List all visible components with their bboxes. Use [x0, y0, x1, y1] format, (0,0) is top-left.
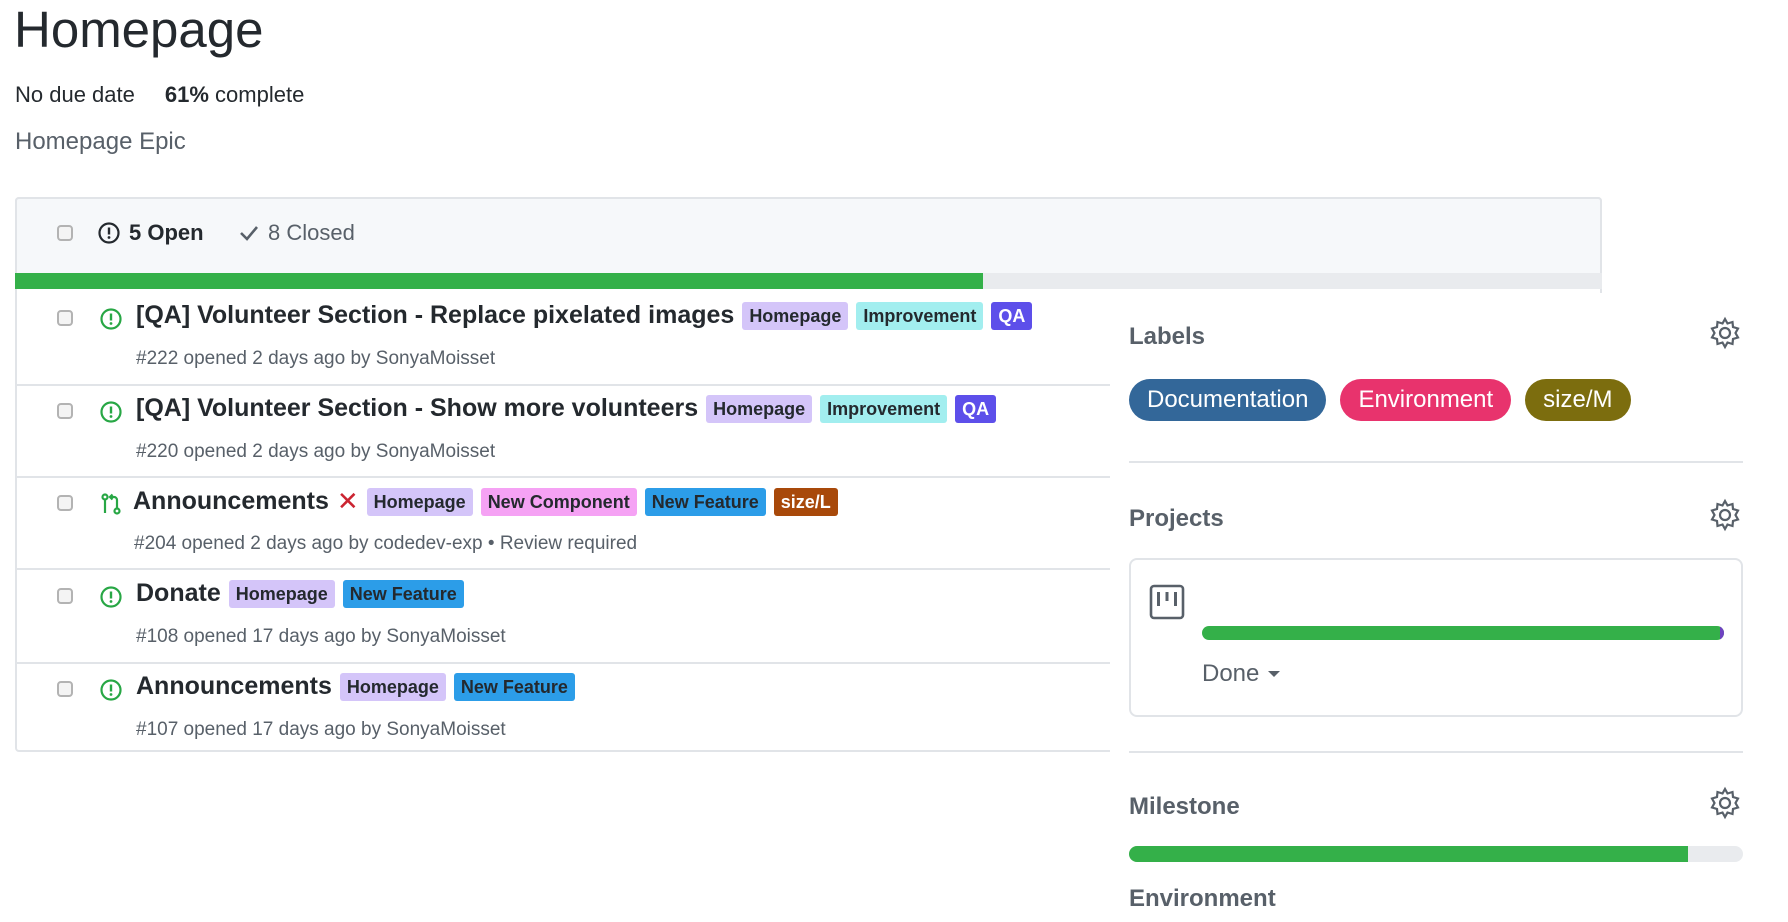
- issue-label[interactable]: New Feature: [342, 579, 464, 608]
- issue-title-row: Announcements ✕ Homepage New Component New F…: [133, 486, 838, 517]
- issue-checkbox[interactable]: [57, 310, 73, 326]
- issue-title-row: Donate Homepage New Feature: [136, 579, 464, 608]
- issue-label[interactable]: Homepage: [366, 487, 473, 516]
- issue-checkbox[interactable]: [57, 403, 73, 419]
- milestone-name: Environment: [1129, 885, 1276, 912]
- open-issues-tab[interactable]: 5 Open: [97, 220, 204, 246]
- sidebar-label[interactable]: Environment: [1340, 379, 1512, 421]
- labels-heading: Labels: [1129, 323, 1206, 350]
- sidebar-label[interactable]: size/M: [1525, 379, 1631, 421]
- closed-count: 8 Closed: [268, 220, 355, 245]
- issue-checkbox[interactable]: [57, 681, 73, 697]
- row-divider: [15, 662, 1110, 664]
- milestone-progress-bar: [15, 273, 1602, 289]
- issue-open-icon: [100, 586, 122, 608]
- issue-title-link[interactable]: Donate: [136, 579, 221, 608]
- project-status-dropdown[interactable]: Done: [1202, 660, 1281, 688]
- percent-complete: 61%: [164, 82, 209, 107]
- milestone-description: Homepage Epic: [15, 128, 186, 155]
- issue-meta: #220 opened 2 days ago by SonyaMoisset: [136, 441, 496, 462]
- issue-label[interactable]: New Feature: [453, 672, 575, 701]
- issue-title-row: [QA] Volunteer Section - Show more volun…: [136, 394, 997, 423]
- issue-title-link[interactable]: [QA] Volunteer Section - Show more volun…: [136, 394, 698, 423]
- issue-label[interactable]: New Component: [480, 487, 637, 516]
- issue-open-icon: [98, 222, 120, 244]
- issue-label[interactable]: Homepage: [742, 301, 849, 330]
- percent-complete-suffix: complete: [208, 82, 305, 107]
- issue-meta: #204 opened 2 days ago by codedev-exp • …: [134, 533, 638, 554]
- divider: [1129, 751, 1743, 753]
- project-card[interactable]: Done: [1129, 558, 1743, 717]
- issue-label[interactable]: Homepage: [339, 672, 446, 701]
- pull-request-icon: [101, 493, 121, 515]
- issue-title-link[interactable]: Announcements: [136, 672, 332, 701]
- sidebar-milestone-progress-fill: [1129, 846, 1688, 862]
- project-board-icon: [1149, 584, 1185, 620]
- issue-label[interactable]: QA: [955, 394, 997, 423]
- issue-title-link[interactable]: [QA] Volunteer Section - Replace pixelat…: [136, 301, 734, 330]
- closed-issues-tab[interactable]: 8 Closed: [238, 220, 355, 246]
- issue-label[interactable]: New Feature: [644, 487, 766, 516]
- caret-down-icon: [1268, 671, 1281, 677]
- issue-open-icon: [100, 308, 122, 330]
- select-all-checkbox[interactable]: [57, 225, 73, 241]
- sidebar-panel: Labels Documentation Environment size/M Pr…: [1110, 293, 1788, 922]
- issue-open-icon: [100, 679, 122, 701]
- milestone-heading: Milestone: [1129, 793, 1240, 820]
- issue-meta: #107 opened 17 days ago by SonyaMoisset: [136, 719, 506, 740]
- milestone-progress-fill: [15, 273, 984, 289]
- milestone-gear-icon[interactable]: [1708, 786, 1742, 820]
- row-divider: [15, 476, 1110, 478]
- issue-label[interactable]: Improvement: [856, 301, 984, 330]
- issue-label[interactable]: Homepage: [706, 394, 813, 423]
- project-progress-bar: [1202, 626, 1724, 640]
- ci-failed-icon[interactable]: ✕: [337, 486, 359, 517]
- issue-label[interactable]: size/L: [773, 487, 838, 516]
- row-divider: [15, 384, 1110, 386]
- row-divider: [15, 568, 1110, 570]
- issue-title-row: [QA] Volunteer Section - Replace pixelat…: [136, 301, 1033, 330]
- issue-label[interactable]: Homepage: [228, 579, 335, 608]
- issue-label[interactable]: QA: [991, 301, 1033, 330]
- page-title: Homepage: [14, 1, 264, 58]
- sidebar-labels-list: Documentation Environment size/M: [1129, 379, 1631, 421]
- milestone-meta: No due date 61% complete: [15, 80, 304, 110]
- issue-checkbox[interactable]: [57, 588, 73, 604]
- divider: [1129, 461, 1743, 463]
- open-count: 5 Open: [129, 220, 204, 245]
- issue-open-icon: [100, 401, 122, 423]
- issue-title-row: Announcements Homepage New Feature: [136, 672, 575, 701]
- issue-meta: #222 opened 2 days ago by SonyaMoisset: [136, 348, 496, 369]
- issue-title-link[interactable]: Announcements: [133, 487, 329, 516]
- sidebar-label[interactable]: Documentation: [1129, 379, 1327, 421]
- issue-label[interactable]: Improvement: [820, 394, 948, 423]
- sidebar-milestone-progress-bar: [1129, 846, 1743, 862]
- labels-gear-icon[interactable]: [1708, 316, 1742, 350]
- projects-gear-icon[interactable]: [1708, 498, 1742, 532]
- check-icon: [240, 226, 258, 241]
- project-status-value: Done: [1202, 660, 1260, 687]
- project-progress-fill: [1202, 626, 1724, 640]
- issue-meta: #108 opened 17 days ago by SonyaMoisset: [136, 626, 506, 647]
- due-date: No due date: [15, 82, 135, 107]
- issue-checkbox[interactable]: [57, 495, 73, 511]
- projects-heading: Projects: [1129, 505, 1224, 532]
